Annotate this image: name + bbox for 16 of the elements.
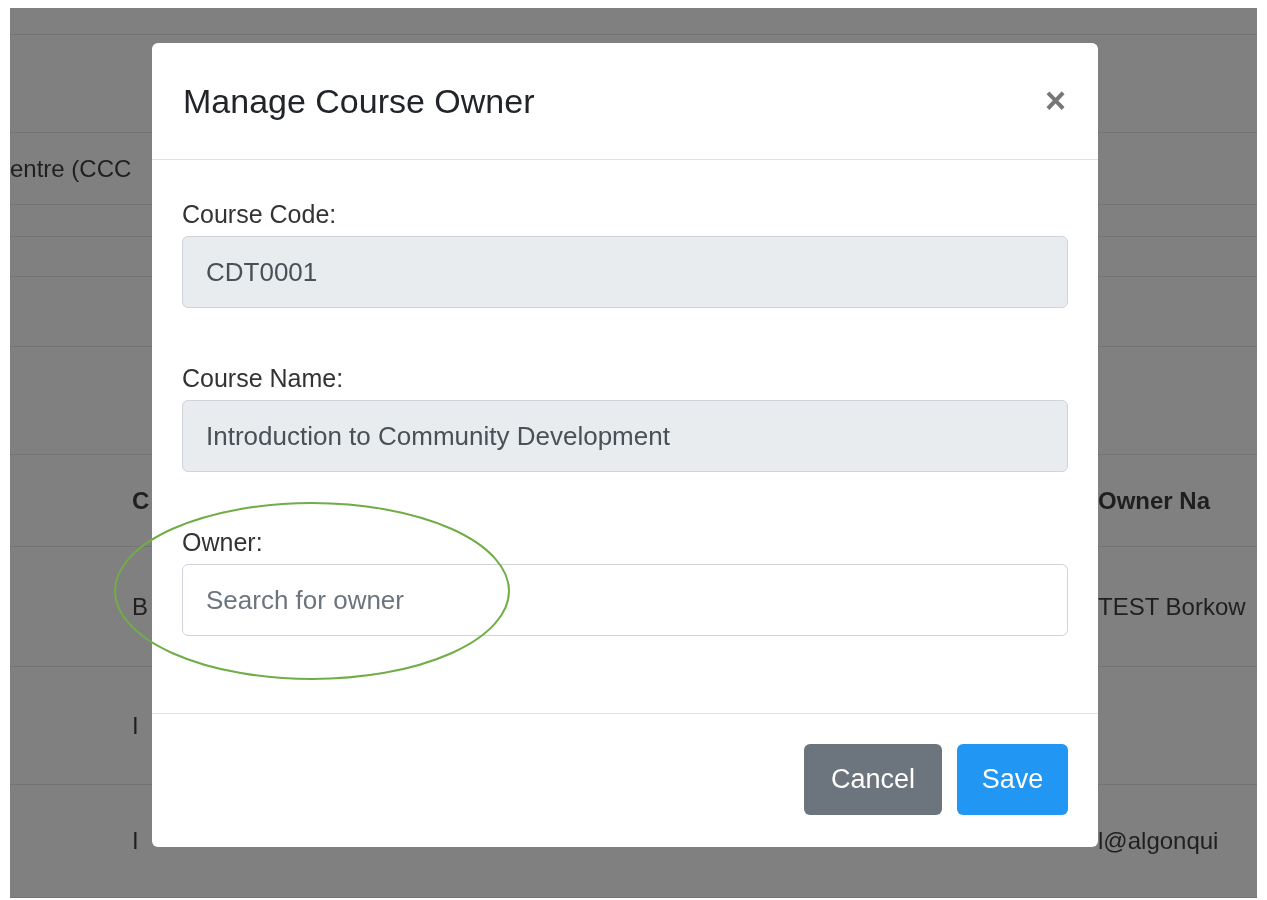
field-label: Owner: xyxy=(182,528,264,558)
close-button[interactable]: × xyxy=(1044,83,1066,119)
table-cell: TEST Borkow xyxy=(1098,592,1246,620)
field-label: Course Code: xyxy=(182,200,338,230)
column-header: C xyxy=(132,486,150,514)
search-field[interactable]: Search for owner xyxy=(182,564,1068,636)
modal-title: Manage Course Owner xyxy=(183,81,535,121)
column-header: Owner Na xyxy=(1098,486,1211,514)
table-cell: l@algonqui xyxy=(1098,827,1219,854)
table-cell: I xyxy=(132,827,139,854)
save-button[interactable]: Save xyxy=(957,744,1068,815)
field-label: Course Name: xyxy=(182,364,345,394)
table-cell: entre (CCC xyxy=(10,154,132,182)
table-cell: B xyxy=(132,592,148,620)
table-cell: I xyxy=(132,711,139,739)
cancel-button[interactable]: Cancel xyxy=(804,744,942,815)
